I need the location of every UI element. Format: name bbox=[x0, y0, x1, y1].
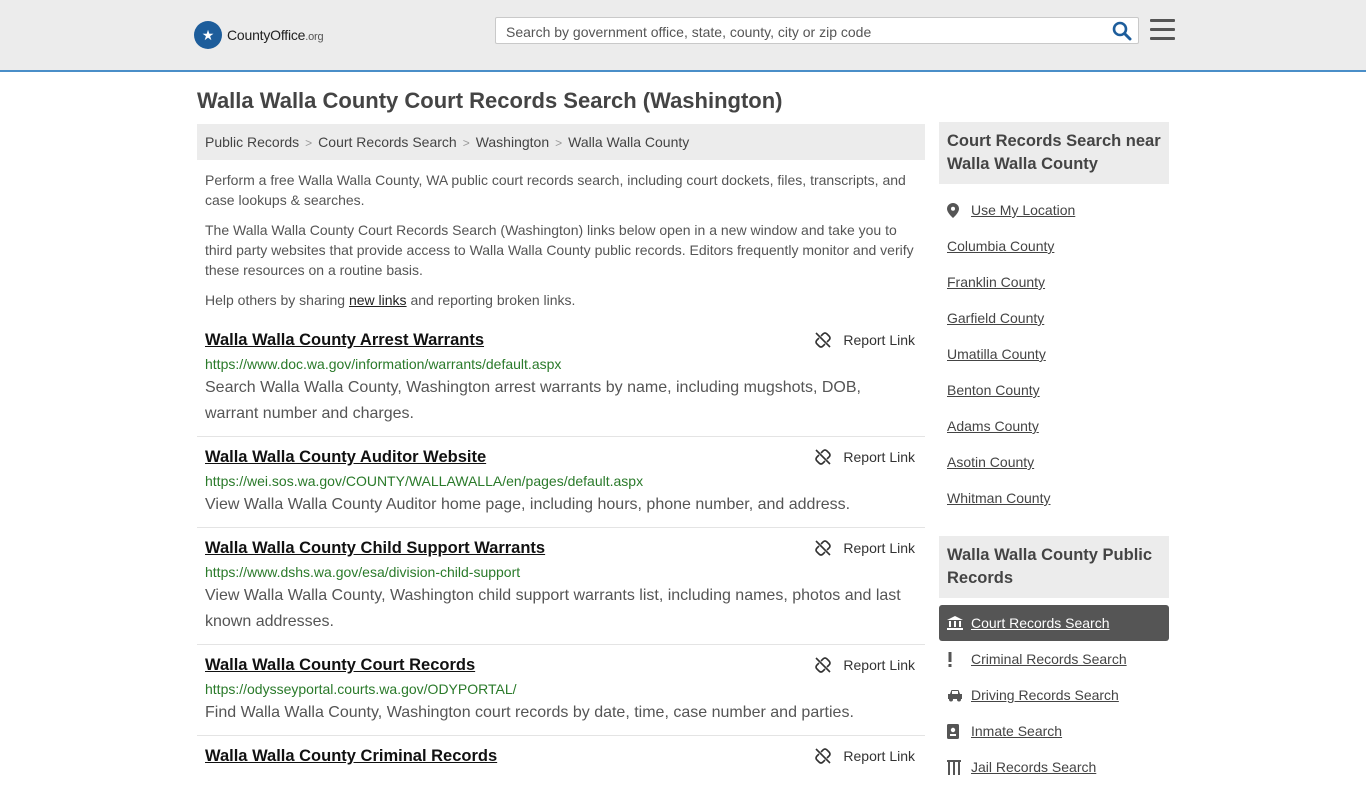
report-link-button[interactable]: Report Link bbox=[815, 540, 915, 556]
sidebar-item-criminal-records-search[interactable]: Criminal Records Search bbox=[939, 641, 1169, 677]
breadcrumb-court-records-search[interactable]: Court Records Search bbox=[318, 134, 457, 150]
broken-link-icon bbox=[815, 449, 832, 465]
broken-link-icon bbox=[815, 332, 832, 348]
record-title-link[interactable]: Walla Walla County Criminal Records bbox=[205, 747, 497, 766]
top-bar: ★ CountyOffice.org bbox=[0, 0, 1366, 72]
intro-paragraph-2: The Walla Walla County Court Records Sea… bbox=[205, 222, 914, 278]
record-url: https://www.dshs.wa.gov/esa/division-chi… bbox=[205, 564, 521, 580]
search-input[interactable] bbox=[504, 22, 1098, 42]
breadcrumb-current: Walla Walla County bbox=[568, 134, 690, 150]
map-pin-icon bbox=[947, 202, 971, 218]
record-description: Find Walla Walla County, Washington cour… bbox=[205, 704, 854, 721]
record-description: View Walla Walla County Auditor home pag… bbox=[205, 496, 851, 513]
record-title-link[interactable]: Walla Walla County Court Records bbox=[205, 656, 475, 675]
sidebar-item-driving-records-search[interactable]: Driving Records Search bbox=[939, 677, 1169, 713]
record-title-link[interactable]: Walla Walla County Arrest Warrants bbox=[205, 331, 484, 350]
record-url: https://odysseyportal.courts.wa.gov/ODYP… bbox=[205, 681, 517, 697]
report-link-button[interactable]: Report Link bbox=[815, 657, 915, 673]
sidebar-item-inmate-search[interactable]: Inmate Search bbox=[939, 713, 1169, 749]
hamburger-menu-icon[interactable] bbox=[1150, 19, 1175, 41]
nearby-county-link[interactable]: Whitman County bbox=[947, 490, 1050, 506]
courthouse-icon bbox=[947, 616, 971, 630]
breadcrumb-washington[interactable]: Washington bbox=[476, 134, 549, 150]
record-item: Walla Walla County Criminal Records Repo… bbox=[197, 747, 925, 768]
breadcrumb-separator-icon: > bbox=[555, 136, 563, 150]
broken-link-icon bbox=[815, 657, 832, 673]
record-item: Walla Walla County Arrest Warrants Repor… bbox=[197, 331, 925, 437]
search-icon[interactable] bbox=[1112, 21, 1132, 41]
intro-paragraph-1: Perform a free Walla Walla County, WA pu… bbox=[205, 172, 906, 208]
record-description: View Walla Walla County, Washington chil… bbox=[205, 587, 901, 630]
jail-icon bbox=[947, 759, 971, 775]
logo-text: CountyOffice bbox=[227, 27, 306, 43]
nearby-county-link[interactable]: Asotin County bbox=[947, 454, 1034, 470]
exclamation-icon bbox=[947, 651, 971, 667]
report-link-button[interactable]: Report Link bbox=[815, 748, 915, 764]
record-item: Walla Walla County Child Support Warrant… bbox=[197, 539, 925, 645]
breadcrumb-separator-icon: > bbox=[305, 136, 313, 150]
intro-paragraph-3: Help others by sharing new links and rep… bbox=[205, 292, 576, 308]
record-description: Search Walla Walla County, Washington ar… bbox=[205, 379, 861, 422]
nearby-county-link[interactable]: Columbia County bbox=[947, 238, 1054, 254]
record-url: https://www.doc.wa.gov/information/warra… bbox=[205, 356, 562, 372]
report-link-button[interactable]: Report Link bbox=[815, 332, 915, 348]
broken-link-icon bbox=[815, 540, 832, 556]
nearby-county-link[interactable]: Franklin County bbox=[947, 274, 1045, 290]
record-item: Walla Walla County Court Records Report … bbox=[197, 656, 925, 736]
sidebar-item-jail-records-search[interactable]: Jail Records Search bbox=[939, 749, 1169, 785]
breadcrumb-separator-icon: > bbox=[462, 136, 470, 150]
car-icon bbox=[947, 689, 971, 702]
logo[interactable]: ★ CountyOffice.org bbox=[194, 20, 324, 50]
logo-suffix: .org bbox=[305, 31, 324, 43]
logo-eagle-icon: ★ bbox=[194, 21, 222, 49]
public-records-heading: Walla Walla County Public Records bbox=[939, 536, 1169, 598]
record-url: https://wei.sos.wa.gov/COUNTY/WALLAWALLA… bbox=[205, 473, 644, 489]
nearby-county-link[interactable]: Adams County bbox=[947, 418, 1039, 434]
id-badge-icon bbox=[947, 723, 971, 739]
search-box bbox=[495, 17, 1139, 44]
breadcrumb-public-records[interactable]: Public Records bbox=[205, 134, 299, 150]
broken-link-icon bbox=[815, 748, 832, 764]
nearby-heading: Court Records Search near Walla Walla Co… bbox=[939, 122, 1169, 184]
record-item: Walla Walla County Auditor Website Repor… bbox=[197, 448, 925, 528]
page-title: Walla Walla County Court Records Search … bbox=[197, 88, 783, 113]
report-link-button[interactable]: Report Link bbox=[815, 449, 915, 465]
use-my-location-link[interactable]: Use My Location bbox=[939, 192, 1169, 228]
nearby-county-link[interactable]: Garfield County bbox=[947, 310, 1044, 326]
record-title-link[interactable]: Walla Walla County Auditor Website bbox=[205, 448, 486, 467]
record-title-link[interactable]: Walla Walla County Child Support Warrant… bbox=[205, 539, 545, 558]
new-links-link[interactable]: new links bbox=[349, 292, 407, 308]
sidebar-item-court-records-search[interactable]: Court Records Search bbox=[939, 605, 1169, 641]
breadcrumb: Public Records > Court Records Search > Wash… bbox=[197, 124, 925, 160]
nearby-county-link[interactable]: Umatilla County bbox=[947, 346, 1046, 362]
nearby-county-link[interactable]: Benton County bbox=[947, 382, 1040, 398]
